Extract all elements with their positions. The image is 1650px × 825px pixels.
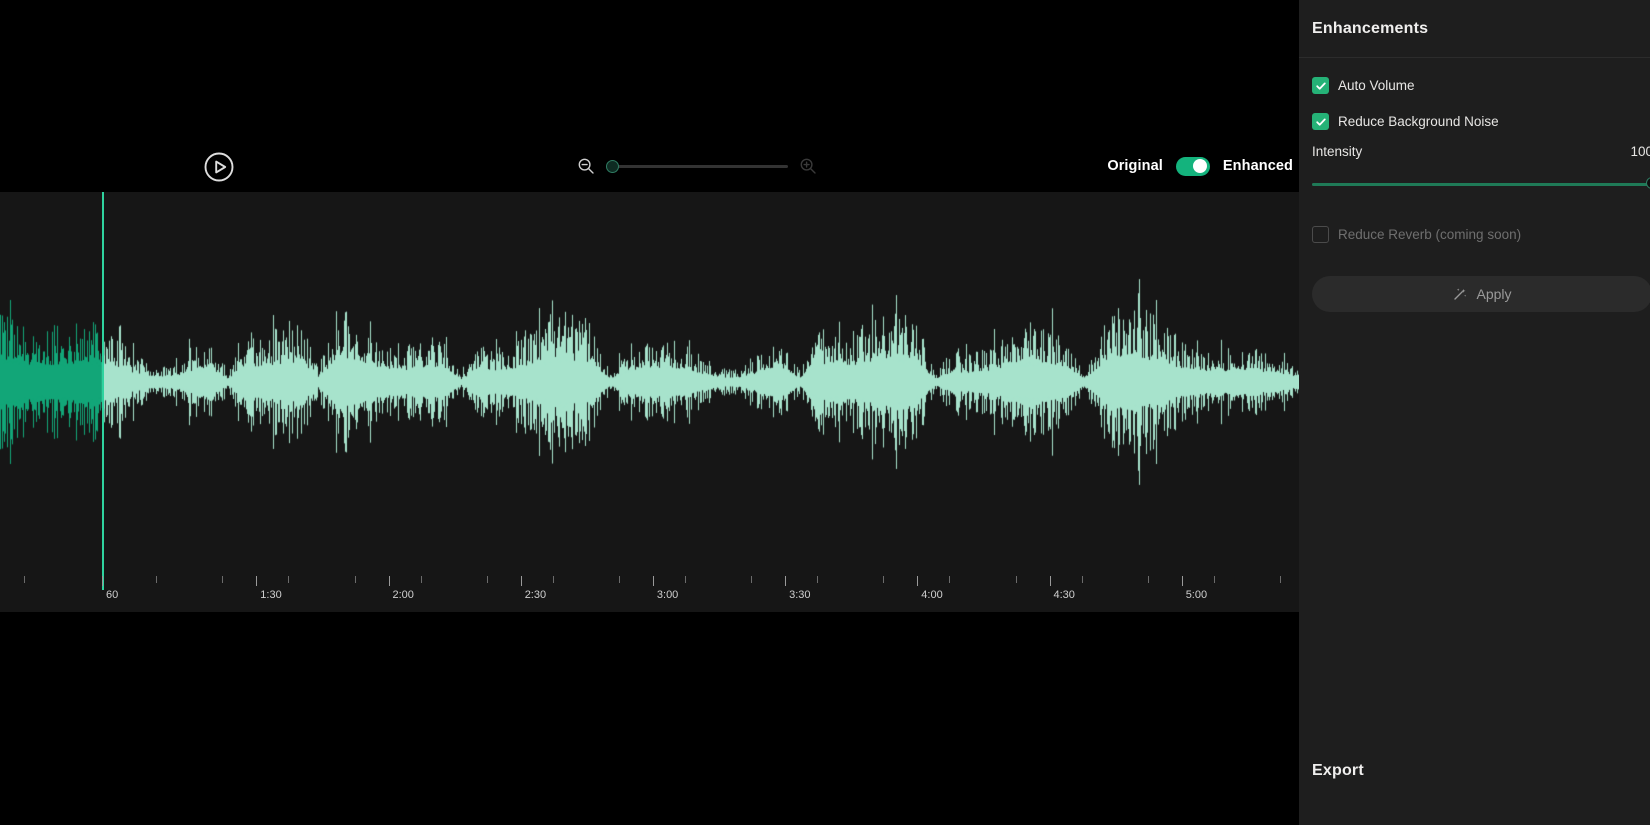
apply-label: Apply xyxy=(1476,286,1511,302)
ruler-tick-minor xyxy=(355,576,356,583)
zoom-in-icon[interactable] xyxy=(797,155,819,177)
ruler-tick xyxy=(521,576,522,586)
reduce-reverb-label: Reduce Reverb (coming soon) xyxy=(1338,227,1521,242)
playback-toolbar: Original Enhanced xyxy=(0,0,1299,192)
ruler-tick xyxy=(389,576,390,586)
ruler-tick-minor xyxy=(553,576,554,583)
zoom-slider-track xyxy=(606,165,788,168)
enhanced-toggle[interactable] xyxy=(1176,157,1210,176)
enhanced-label: Enhanced xyxy=(1223,158,1293,174)
panel-body: Auto Volume Reduce Background Noise Inte… xyxy=(1299,58,1650,312)
ruler-tick-minor xyxy=(883,576,884,583)
intensity-slider-fill xyxy=(1312,183,1650,186)
panel-header: Enhancements xyxy=(1299,0,1650,58)
ruler-tick-minor xyxy=(288,576,289,583)
ruler-tick-label: 3:30 xyxy=(789,589,810,601)
ruler-tick xyxy=(1050,576,1051,586)
playhead[interactable] xyxy=(102,192,104,590)
ruler-tick xyxy=(256,576,257,586)
ruler-tick-label: 60 xyxy=(106,589,118,601)
ruler-tick-label: 3:00 xyxy=(657,589,678,601)
ruler-tick xyxy=(785,576,786,586)
ruler-tick-minor xyxy=(1082,576,1083,583)
ruler-tick-label: 2:30 xyxy=(525,589,546,601)
export-section: Export xyxy=(1312,762,1364,780)
reduce-background-noise-label: Reduce Background Noise xyxy=(1338,114,1499,129)
ruler-tick-minor xyxy=(619,576,620,583)
timeline-ruler[interactable]: 601:302:002:303:003:304:004:305:005:3 xyxy=(0,576,1299,612)
audio-editor-app: Original Enhanced 60 1:30 2:00 2:30 3:00 3:30… xyxy=(0,0,1650,825)
auto-volume-label: Auto Volume xyxy=(1338,78,1415,93)
ruler-tick-minor xyxy=(751,576,752,583)
zoom-slider[interactable] xyxy=(606,155,788,177)
original-enhanced-switch: Original Enhanced xyxy=(1107,153,1293,179)
editor-pane: Original Enhanced 60 1:30 2:00 2:30 3:00 3:30… xyxy=(0,0,1299,825)
reduce-reverb-checkbox xyxy=(1312,226,1329,243)
ruler-tick-minor xyxy=(1214,576,1215,583)
ruler-tick-minor xyxy=(156,576,157,583)
ruler-tick xyxy=(917,576,918,586)
ruler-tick-minor xyxy=(222,576,223,583)
ruler-tick-label: 5:00 xyxy=(1186,589,1207,601)
ruler-tick-minor xyxy=(421,576,422,583)
checkbox-row-reduce-reverb: Reduce Reverb (coming soon) xyxy=(1312,221,1637,248)
ruler-tick-minor xyxy=(817,576,818,583)
export-title: Export xyxy=(1312,762,1364,779)
intensity-slider[interactable] xyxy=(1312,178,1637,192)
waveform-canvas[interactable] xyxy=(0,192,1299,612)
magic-wand-icon xyxy=(1452,287,1467,302)
ruler-tick-minor xyxy=(685,576,686,583)
zoom-control-group xyxy=(575,152,823,180)
ruler-tick-minor xyxy=(1280,576,1281,583)
auto-volume-checkbox[interactable] xyxy=(1312,77,1329,94)
intensity-block: Intensity 100 xyxy=(1312,144,1637,192)
ruler-tick-minor xyxy=(24,576,25,583)
original-label: Original xyxy=(1107,158,1163,174)
ruler-tick-minor xyxy=(949,576,950,583)
ruler-tick-label: 4:00 xyxy=(921,589,942,601)
checkbox-row-auto-volume[interactable]: Auto Volume xyxy=(1312,72,1637,99)
zoom-slider-thumb[interactable] xyxy=(606,160,619,173)
apply-button[interactable]: Apply xyxy=(1312,276,1650,312)
ruler-tick-minor xyxy=(1016,576,1017,583)
ruler-tick xyxy=(1182,576,1183,586)
ruler-tick-minor xyxy=(1148,576,1149,583)
zoom-out-icon[interactable] xyxy=(575,155,597,177)
waveform-area[interactable]: 601:302:002:303:003:304:004:305:005:3 xyxy=(0,192,1299,612)
ruler-tick-label: 4:30 xyxy=(1054,589,1075,601)
ruler-tick xyxy=(102,576,103,586)
ruler-tick-label: 2:00 xyxy=(393,589,414,601)
ruler-tick xyxy=(653,576,654,586)
reduce-background-noise-checkbox[interactable] xyxy=(1312,113,1329,130)
checkbox-row-reduce-background-noise[interactable]: Reduce Background Noise xyxy=(1312,108,1637,135)
intensity-value: 100 xyxy=(1630,144,1650,159)
enhancements-panel: Enhancements Auto Volume Reduce Backgrou… xyxy=(1299,0,1650,825)
intensity-slider-thumb[interactable] xyxy=(1646,177,1650,189)
intensity-header: Intensity 100 xyxy=(1312,144,1637,164)
ruler-tick-minor xyxy=(487,576,488,583)
toggle-knob xyxy=(1193,159,1207,173)
play-circle-icon[interactable] xyxy=(201,149,237,185)
intensity-label: Intensity xyxy=(1312,144,1362,159)
ruler-tick-label: 1:30 xyxy=(260,589,281,601)
panel-title: Enhancements xyxy=(1312,20,1428,38)
